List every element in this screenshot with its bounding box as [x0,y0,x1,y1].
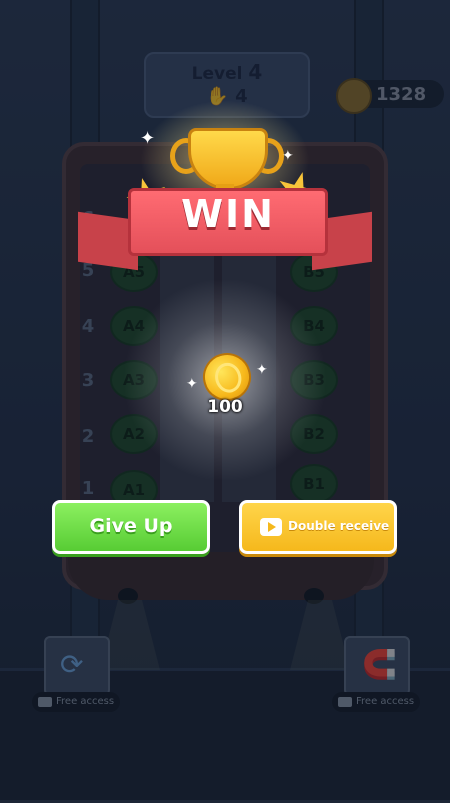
sparkle-icon: ✦ [186,376,198,392]
sparkle-icon: ✦ [282,148,294,164]
sparkle-icon: ✦ [256,362,268,378]
double-receive-label: Double receive [288,519,390,533]
reward-amount: 100 [207,397,243,417]
give-up-button[interactable]: Give Up [52,500,210,554]
double-receive-button[interactable]: Double receive [239,500,397,554]
sparkle-icon: ✦ [140,128,156,149]
video-ad-icon [260,518,282,536]
win-title: WIN [181,192,275,236]
give-up-label: Give Up [89,515,173,537]
